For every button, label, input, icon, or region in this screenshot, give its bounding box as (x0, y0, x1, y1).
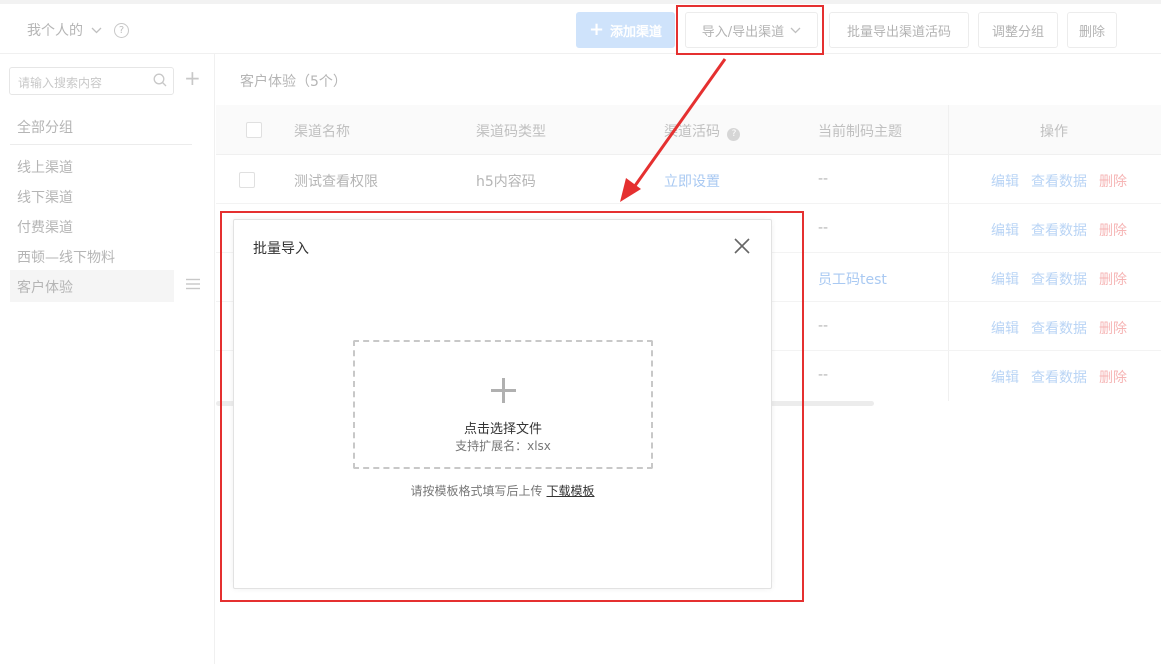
annotation-arrow (620, 58, 727, 202)
